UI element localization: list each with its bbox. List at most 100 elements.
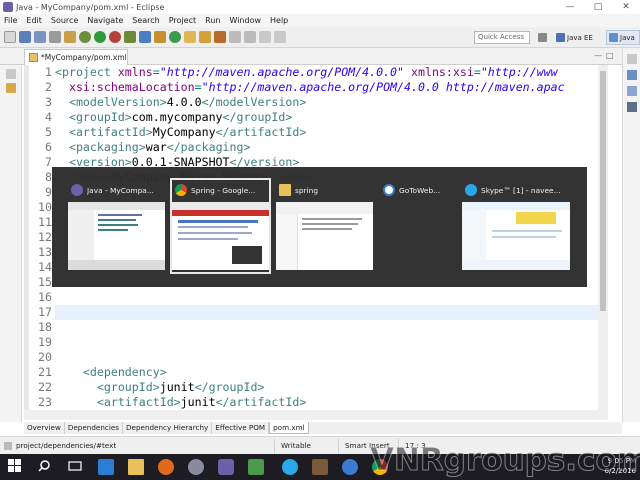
menu-edit[interactable]: Edit [26, 16, 42, 25]
line-number: 7 [45, 155, 52, 169]
maximize-button[interactable]: □ [584, 0, 612, 14]
run-external-icon[interactable] [109, 31, 121, 43]
menu-run[interactable]: Run [205, 16, 220, 25]
task-view-icon[interactable] [68, 459, 84, 475]
restore-view-icon[interactable] [6, 69, 16, 79]
current-line-highlight [55, 305, 598, 320]
editor-vertical-scrollbar[interactable] [598, 65, 608, 410]
menu-search[interactable]: Search [132, 16, 159, 25]
switcher-window-explorer[interactable]: spring [276, 180, 373, 272]
maximize-editor-icon[interactable]: □ [606, 51, 614, 60]
file-explorer-icon[interactable] [128, 459, 144, 475]
folder-icon [279, 184, 291, 196]
package-explorer-icon[interactable] [6, 83, 16, 93]
menu-navigate[interactable]: Navigate [87, 16, 123, 25]
quick-access-input[interactable]: Quick Access [474, 31, 530, 44]
scrollbar-thumb[interactable] [600, 71, 606, 311]
open-folder-icon[interactable] [184, 31, 196, 43]
perspective-java[interactable]: Java [606, 30, 640, 45]
menu-window[interactable]: Window [229, 16, 261, 25]
search-icon[interactable] [199, 31, 211, 43]
app-taskbar-icon[interactable] [248, 459, 264, 475]
switcher-window-eclipse[interactable]: Java - MyCompa... [68, 180, 165, 272]
perspective-java-ee[interactable]: Java EE [556, 30, 602, 45]
code-token: <groupId> [68, 110, 132, 124]
minimize-editor-icon[interactable]: — [594, 51, 602, 60]
gotowebinar-taskbar-icon[interactable] [342, 459, 358, 475]
code-token: </groupId> [222, 110, 293, 124]
run-icon[interactable] [94, 31, 106, 43]
console-icon[interactable] [627, 102, 637, 112]
edge-icon[interactable] [98, 459, 114, 475]
code-token: <artifactId> [68, 125, 153, 139]
new-package-icon[interactable] [154, 31, 166, 43]
editor-horizontal-scrollbar[interactable] [24, 410, 608, 420]
print-icon[interactable] [49, 31, 61, 43]
window-thumbnail [276, 202, 373, 270]
code-line[interactable]: <project xmlns="http://maven.apache.org/… [55, 65, 558, 80]
eclipse-taskbar-icon[interactable] [218, 459, 234, 475]
menu-source[interactable]: Source [51, 16, 78, 25]
open-perspective-button[interactable] [538, 30, 550, 45]
tab-dependencies[interactable]: Dependencies [65, 422, 123, 434]
switcher-window-chrome[interactable]: Spring - Google... [170, 178, 271, 274]
line-number: 13 [38, 245, 52, 259]
status-writable: Writable [281, 441, 311, 450]
restore-view-right-icon[interactable] [627, 54, 637, 64]
switcher-window-skype[interactable]: Skype™ [1] - navee... [462, 180, 570, 272]
close-button[interactable]: ✕ [612, 0, 640, 14]
tab-overview[interactable]: Overview [24, 422, 65, 434]
back-icon[interactable] [259, 31, 271, 43]
firefox-icon[interactable] [158, 459, 174, 475]
menu-file[interactable]: File [4, 16, 17, 25]
new-java-project-icon[interactable] [139, 31, 151, 43]
forward-icon[interactable] [274, 31, 286, 43]
tab-pom-xml[interactable]: pom.xml [269, 422, 309, 434]
code-line[interactable]: <artifactId>MyCompany</artifactId> [55, 125, 306, 140]
outline-icon[interactable] [627, 70, 637, 80]
search-icon[interactable] [38, 459, 54, 475]
tab-dependency-hierarchy[interactable]: Dependency Hierarchy [123, 422, 213, 434]
switcher-window-title: GoToWeb... [399, 185, 441, 195]
r-icon[interactable] [188, 459, 204, 475]
line-number: 10 [38, 200, 52, 214]
prev-annotation-icon[interactable] [244, 31, 256, 43]
windows-start-icon[interactable] [8, 459, 24, 475]
window-controls: — □ ✕ [556, 0, 640, 14]
code-token: war [145, 140, 167, 154]
next-annotation-icon[interactable] [229, 31, 241, 43]
code-token: <modelVersion> [68, 95, 167, 109]
code-line[interactable]: <artifactId>junit</artifactId> [55, 395, 306, 410]
game-taskbar-icon[interactable] [312, 459, 328, 475]
code-line[interactable]: <groupId>junit</groupId> [55, 380, 265, 395]
server-icon[interactable] [124, 31, 136, 43]
java-ee-icon [556, 33, 565, 42]
code-line[interactable]: <groupId>com.mycompany</groupId> [55, 110, 292, 125]
code-token: = [194, 80, 202, 94]
code-token: </artifactId> [215, 395, 307, 409]
annotation-icon[interactable] [214, 31, 226, 43]
java-icon [609, 33, 618, 42]
save-icon[interactable] [19, 31, 31, 43]
menu-project[interactable]: Project [169, 16, 196, 25]
skype-taskbar-icon[interactable] [282, 459, 298, 475]
new-icon[interactable] [4, 31, 16, 43]
debug-icon[interactable] [79, 31, 91, 43]
code-token: = [152, 65, 160, 79]
minimize-button[interactable]: — [556, 0, 584, 14]
menu-help[interactable]: Help [270, 16, 288, 25]
code-line[interactable]: <modelVersion>4.0.0</modelVersion> [55, 95, 306, 110]
code-line[interactable]: xsi:schemaLocation="http://maven.apache.… [55, 80, 565, 95]
editor-tab-pom[interactable]: *MyCompany/pom.xml [24, 49, 128, 65]
save-all-icon[interactable] [34, 31, 46, 43]
code-token: "http://www [480, 65, 558, 79]
code-line[interactable]: <packaging>war</packaging> [55, 140, 251, 155]
tab-effective-pom[interactable]: Effective POM [212, 422, 270, 434]
menu-bar: File Edit Source Navigate Search Project… [0, 14, 640, 27]
code-line[interactable]: <dependency> [55, 365, 167, 380]
task-list-icon[interactable] [627, 86, 637, 96]
open-type-icon[interactable] [64, 31, 76, 43]
new-class-icon[interactable] [169, 31, 181, 43]
line-number: 21 [38, 365, 52, 379]
